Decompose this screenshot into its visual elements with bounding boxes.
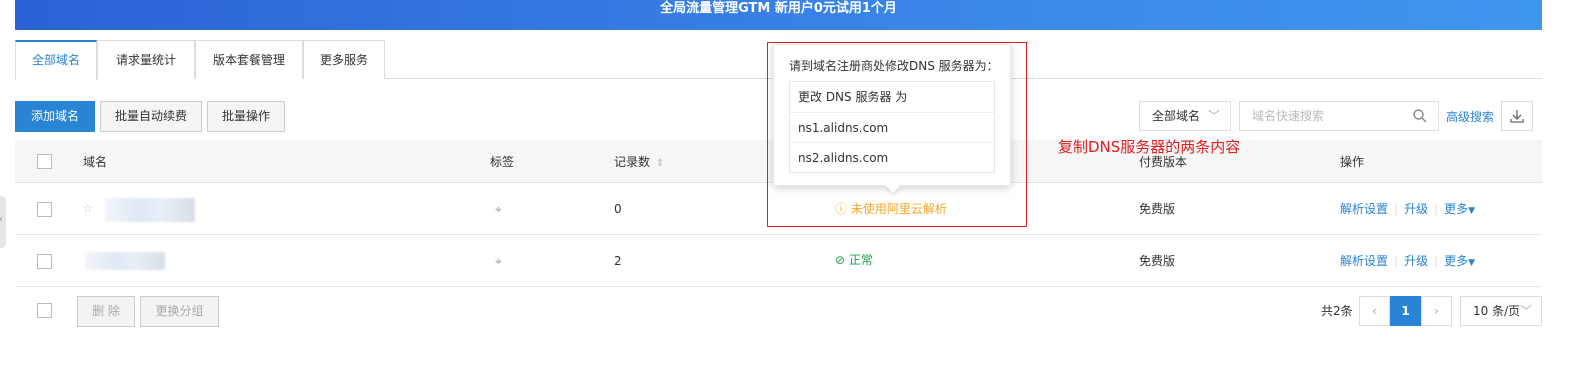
row-checkbox[interactable] xyxy=(37,202,52,217)
record-count: 0 xyxy=(614,202,622,216)
dns-settings-link[interactable]: 解析设置 xyxy=(1340,254,1388,268)
change-group-button[interactable]: 更换分组 xyxy=(140,296,219,327)
chevron-down-icon: ﹀ xyxy=(1207,109,1220,123)
footer-select-all-checkbox[interactable] xyxy=(37,303,52,318)
page-1-button[interactable]: 1 xyxy=(1390,296,1421,326)
chevron-right-icon: › xyxy=(1434,304,1439,318)
promo-banner-text: 全局流量管理GTM 新用户0元试用1个月 xyxy=(660,1,897,16)
tab-more-services[interactable]: 更多服务 xyxy=(303,40,385,79)
total-count: 共2条 xyxy=(1321,304,1353,318)
dns-settings-link[interactable]: 解析设置 xyxy=(1340,202,1388,216)
annotation-text: 复制DNS服务器的两条内容 xyxy=(1058,138,1241,156)
caret-down-icon: ▼ xyxy=(1468,206,1476,216)
upgrade-link[interactable]: 升级 xyxy=(1404,202,1428,216)
domain-filter-select[interactable]: 全部域名 ﹀ xyxy=(1139,101,1231,131)
tab-all-domains[interactable]: 全部域名 xyxy=(15,40,97,80)
upgrade-link[interactable]: 升级 xyxy=(1404,254,1428,268)
edition-value: 免费版 xyxy=(1139,254,1176,268)
add-domain-button[interactable]: 添加域名 xyxy=(15,101,95,132)
star-icon[interactable]: ☆ xyxy=(83,202,93,216)
next-page-button[interactable]: › xyxy=(1421,296,1452,326)
column-header-records[interactable]: 记录数 ⇕ xyxy=(614,155,664,171)
tab-edition-management[interactable]: 版本套餐管理 xyxy=(195,40,303,79)
promo-banner[interactable]: 全局流量管理GTM 新用户0元试用1个月 xyxy=(15,0,1542,30)
tab-request-stats[interactable]: 请求量统计 xyxy=(97,40,195,79)
sort-icon: ⇕ xyxy=(655,158,665,169)
domain-name-redacted[interactable] xyxy=(105,198,195,222)
delete-button[interactable]: 删 除 xyxy=(77,296,135,327)
chevron-down-icon: ﹀ xyxy=(1520,304,1533,318)
status-badge: ⊘ 正常 xyxy=(835,253,873,267)
column-header-domain: 域名 xyxy=(83,155,108,169)
domain-search-input[interactable] xyxy=(1240,102,1400,130)
advanced-search-link[interactable]: 高级搜索 xyxy=(1446,108,1494,125)
check-circle-icon: ⊘ xyxy=(835,253,846,267)
chevron-left-icon: ‹ xyxy=(1372,304,1377,318)
domain-name-redacted[interactable] xyxy=(85,252,165,270)
table-row: ⌖ 2 ⊘ 正常 免费版 解析设置 | 升级 | 更多▼ xyxy=(15,235,1542,287)
bulk-auto-renew-button[interactable]: 批量自动续费 xyxy=(100,101,202,132)
search-icon[interactable] xyxy=(1412,108,1428,124)
caret-down-icon: ▼ xyxy=(1468,258,1476,268)
record-count: 2 xyxy=(614,254,622,268)
download-icon xyxy=(1510,110,1524,123)
row-actions: 解析设置 | 升级 | 更多▼ xyxy=(1340,202,1476,216)
chevron-left-icon: ‹ xyxy=(0,214,3,225)
row-checkbox[interactable] xyxy=(37,254,52,269)
export-button[interactable] xyxy=(1501,101,1533,131)
more-menu-link[interactable]: 更多▼ xyxy=(1444,202,1475,216)
column-header-edition: 付费版本 xyxy=(1139,155,1188,169)
tag-icon[interactable]: ⌖ xyxy=(495,202,502,216)
row-actions: 解析设置 | 升级 | 更多▼ xyxy=(1340,254,1476,268)
prev-page-button[interactable]: ‹ xyxy=(1359,296,1390,326)
column-header-tag: 标签 xyxy=(490,155,515,169)
page-size-select[interactable]: 10 条/页﹀ xyxy=(1460,296,1542,326)
annotation-highlight-frame xyxy=(767,42,1027,227)
domain-search-box xyxy=(1239,101,1439,131)
more-menu-link[interactable]: 更多▼ xyxy=(1444,254,1475,268)
bulk-operations-button[interactable]: 批量操作 xyxy=(207,101,285,132)
edition-value: 免费版 xyxy=(1139,202,1176,216)
tag-icon[interactable]: ⌖ xyxy=(495,254,502,268)
sidebar-collapse-handle[interactable]: ‹ xyxy=(0,196,6,248)
select-all-checkbox[interactable] xyxy=(37,154,52,169)
column-header-actions: 操作 xyxy=(1340,155,1365,169)
